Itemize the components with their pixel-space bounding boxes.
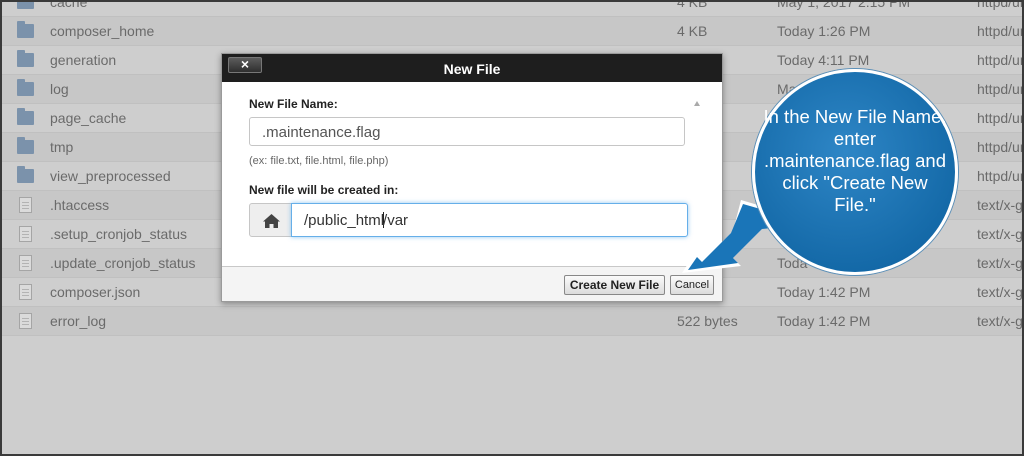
callout-text: In the New File Name, enter .maintenance… xyxy=(763,106,947,215)
callout-bubble: In the New File Name, enter .maintenance… xyxy=(752,69,958,275)
